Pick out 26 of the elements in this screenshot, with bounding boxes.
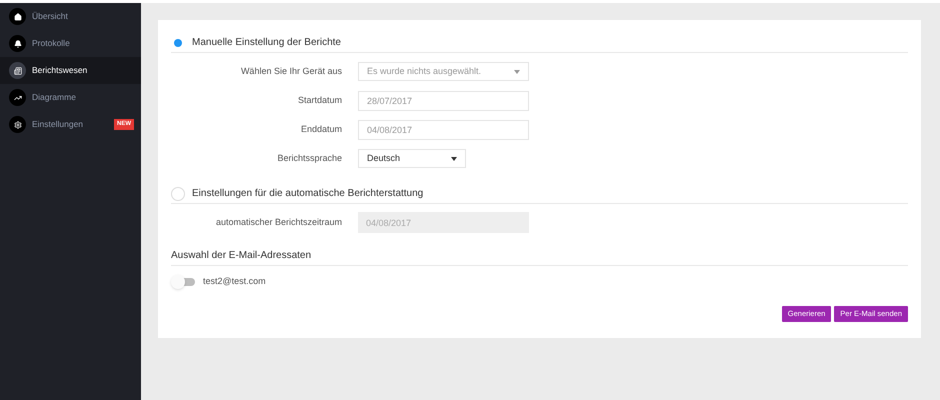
date-input: 04/08/2017: [358, 212, 529, 233]
home-icon: [9, 8, 26, 25]
newspaper-icon: [9, 62, 26, 79]
sidebar-item[interactable]: Übersicht: [0, 3, 141, 30]
caret-icon: [514, 70, 520, 74]
section-title: Manuelle Einstellung der Berichte: [192, 36, 341, 50]
radio-button[interactable]: [171, 186, 185, 200]
email-label: test2@test.com: [203, 275, 266, 288]
device-select[interactable]: Es wurde nichts ausgewählt.: [358, 62, 529, 81]
section-title: Auswahl der E-Mail-Adressaten: [171, 249, 312, 263]
language-dropdown[interactable]: Deutsch: [358, 149, 466, 168]
bell-icon: [9, 35, 26, 52]
field-label: Startdatum: [296, 94, 343, 107]
field-label: automatischer Berichtszeitraum: [214, 216, 343, 229]
toggle-switch[interactable]: [171, 275, 195, 289]
sidebar-item[interactable]: Diagramme: [0, 84, 141, 111]
settings-icon: [9, 116, 26, 133]
date-input[interactable]: 04/08/2017: [358, 120, 529, 140]
field-label: Berichtssprache: [276, 152, 343, 165]
sidebar-item[interactable]: Protokolle: [0, 30, 141, 57]
caret-icon: [451, 156, 457, 160]
sidebar-item[interactable]: Berichtswesen: [0, 57, 141, 84]
field-label: Wählen Sie Ihr Gerät aus: [240, 64, 343, 78]
field-label: Enddatum: [300, 122, 343, 136]
section-title: Einstellungen für die automatische Berichterstattung: [192, 187, 424, 201]
date-input[interactable]: 28/07/2017: [358, 90, 529, 110]
